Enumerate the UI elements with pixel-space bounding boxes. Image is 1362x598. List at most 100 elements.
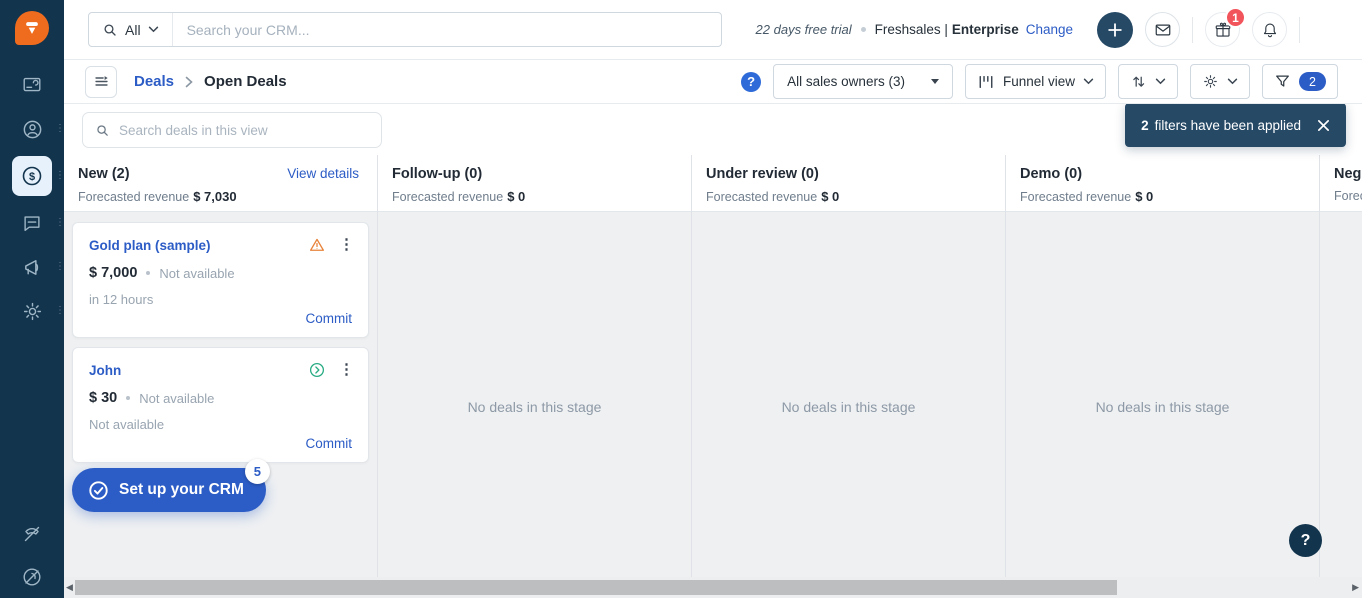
chat-icon xyxy=(21,212,43,234)
dot-separator xyxy=(126,396,130,400)
stage-header: Neg Forecasted revenue xyxy=(1320,155,1362,212)
deal-search-input[interactable] xyxy=(119,123,369,138)
sidebar-item-conversations[interactable]: ⋮ xyxy=(12,206,52,240)
search-icon xyxy=(95,123,110,138)
divider xyxy=(1299,17,1300,43)
plus-icon xyxy=(1106,21,1124,39)
stage-forecast-amount: $ 7,030 xyxy=(193,189,236,204)
scrollbar-thumb[interactable] xyxy=(75,580,1117,595)
megaphone-icon xyxy=(21,256,44,279)
drag-handle-icon[interactable]: ⋮ xyxy=(55,306,65,316)
chevron-right-icon xyxy=(185,76,193,88)
whats-new-button[interactable]: 1 xyxy=(1205,12,1240,47)
notifications-button[interactable] xyxy=(1252,12,1287,47)
stage-title: Demo (0) xyxy=(1020,166,1082,182)
deal-card-gold-plan[interactable]: Gold plan (sample) ⋮ $ 7,000 Not availab… xyxy=(72,222,369,338)
setup-crm-button[interactable]: Set up your CRM 5 xyxy=(72,468,266,512)
stage-column-follow-up: Follow-up (0) Forecasted revenue$ 0 No d… xyxy=(378,155,692,577)
close-icon[interactable] xyxy=(1317,119,1330,132)
global-search-input[interactable] xyxy=(173,22,721,38)
mail-icon xyxy=(1154,21,1172,39)
sales-owners-label: All sales owners (3) xyxy=(787,74,905,89)
applied-filters-count-badge: 2 xyxy=(1299,72,1326,91)
deal-title-link[interactable]: Gold plan (sample) xyxy=(89,238,211,253)
collapse-view-toggle[interactable] xyxy=(85,66,117,98)
setup-steps-badge: 5 xyxy=(245,459,270,484)
drag-handle-icon[interactable]: ⋮ xyxy=(55,124,65,134)
top-header: All 22 days free trial Freshsales | Ente… xyxy=(64,0,1362,60)
drag-handle-icon[interactable]: ⋮ xyxy=(55,218,65,228)
freshworks-logo-icon[interactable] xyxy=(15,11,49,45)
deals-dollar-icon: $ xyxy=(20,164,44,188)
view-help-button[interactable]: ? xyxy=(741,72,761,92)
freddy-disabled-icon[interactable] xyxy=(12,562,52,592)
empty-stage-message: No deals in this stage xyxy=(378,399,691,415)
drag-handle-icon[interactable]: ⋮ xyxy=(55,171,65,181)
divider xyxy=(1192,17,1193,43)
stage-title: Follow-up (0) xyxy=(392,166,482,182)
dot-separator xyxy=(861,27,866,32)
stage-forecast: Forecasted revenue$ 0 xyxy=(1020,189,1303,204)
dot-separator xyxy=(146,271,150,275)
quick-add-button[interactable] xyxy=(1097,12,1133,48)
search-icon xyxy=(102,22,118,38)
breadcrumb-deals-link[interactable]: Deals xyxy=(134,73,174,90)
deal-title-link[interactable]: John xyxy=(89,363,121,378)
sidebar-item-dashboard[interactable] xyxy=(12,68,52,102)
sales-owners-filter[interactable]: All sales owners (3) xyxy=(773,64,953,99)
kebab-menu-icon[interactable]: ⋮ xyxy=(339,363,354,377)
chevron-down-icon xyxy=(1083,78,1094,85)
stage-title: Under review (0) xyxy=(706,166,819,182)
deals-toolbar: Deals Open Deals ? All sales owners (3) … xyxy=(64,60,1362,104)
stage-forecast-amount: $ 0 xyxy=(507,189,525,204)
deal-amount: $ 30 xyxy=(89,390,117,406)
phone-disabled-icon xyxy=(20,522,44,546)
global-search: All xyxy=(88,12,722,47)
chevron-down-icon xyxy=(1227,78,1238,85)
filters-button[interactable]: 2 xyxy=(1262,64,1338,99)
stage-header: Demo (0) Forecasted revenue$ 0 xyxy=(1006,155,1319,212)
help-fab-button[interactable]: ? xyxy=(1289,524,1322,557)
horizontal-scrollbar[interactable]: ◀ ▶ xyxy=(64,577,1362,598)
deal-amount: $ 7,000 xyxy=(89,265,137,281)
sidebar-item-deals[interactable]: $ ⋮ xyxy=(12,156,52,196)
gear-icon xyxy=(21,300,44,323)
change-plan-link[interactable]: Change xyxy=(1026,22,1073,37)
sidebar-item-contacts[interactable]: ⋮ xyxy=(12,112,52,146)
scroll-right-icon[interactable]: ▶ xyxy=(1352,582,1359,593)
view-type-selector[interactable]: Funnel view xyxy=(965,64,1106,99)
deal-close-date: in 12 hours xyxy=(89,292,352,307)
stage-header: Follow-up (0) Forecasted revenue$ 0 xyxy=(378,155,691,212)
breadcrumb: Deals Open Deals xyxy=(134,73,287,90)
deal-card-john[interactable]: John ⋮ $ 30 Not available Not available … xyxy=(72,347,369,463)
stage-forecast: Forecasted revenue$ 7,030 xyxy=(78,189,361,204)
email-button[interactable] xyxy=(1145,12,1180,47)
stage-body: No deals in this stage xyxy=(378,212,691,577)
stage-body: Gold plan (sample) ⋮ $ 7,000 Not availab… xyxy=(64,212,377,577)
stage-body: No deals in this stage xyxy=(692,212,1005,577)
stage-body: No deals in this stage xyxy=(1006,212,1319,577)
kebab-menu-icon[interactable]: ⋮ xyxy=(339,238,354,252)
search-scope-selector[interactable]: All xyxy=(89,13,173,46)
deal-close-date: Not available xyxy=(89,417,352,432)
sidebar-item-settings[interactable]: ⋮ xyxy=(12,294,52,328)
list-toggle-icon xyxy=(93,73,110,90)
commit-link[interactable]: Commit xyxy=(306,436,353,451)
board-settings-button[interactable] xyxy=(1190,64,1250,99)
deal-availability: Not available xyxy=(139,391,214,406)
stage-column-demo: Demo (0) Forecasted revenue$ 0 No deals … xyxy=(1006,155,1320,577)
deal-search-box xyxy=(82,112,382,148)
stage-progress-icon xyxy=(308,361,326,379)
toast-message: filters have been applied xyxy=(1155,118,1301,133)
sidebar-item-phone[interactable] xyxy=(12,519,52,549)
scroll-left-icon[interactable]: ◀ xyxy=(66,582,73,593)
product-name: Freshsales | xyxy=(875,22,948,37)
search-scope-label: All xyxy=(125,22,141,38)
setup-crm-label: Set up your CRM xyxy=(119,481,244,499)
sort-button[interactable] xyxy=(1118,64,1178,99)
sort-icon xyxy=(1130,73,1147,90)
commit-link[interactable]: Commit xyxy=(306,311,353,326)
sidebar-item-marketing[interactable]: ⋮ xyxy=(12,250,52,284)
view-details-link[interactable]: View details xyxy=(287,166,359,181)
drag-handle-icon[interactable]: ⋮ xyxy=(55,262,65,272)
